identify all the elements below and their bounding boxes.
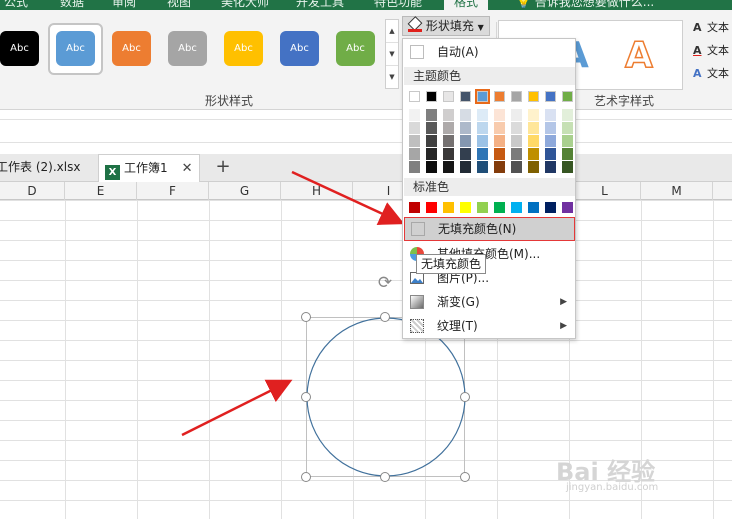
theme-shade-swatch[interactable] — [545, 122, 556, 134]
standard-color-swatch[interactable] — [477, 202, 488, 213]
theme-shade-swatch[interactable] — [460, 148, 471, 160]
theme-shade-swatch[interactable] — [511, 122, 522, 134]
theme-shade-swatch[interactable] — [460, 161, 471, 173]
theme-shade-swatch[interactable] — [528, 148, 539, 160]
theme-shade-swatch[interactable] — [562, 135, 573, 147]
theme-color-swatch[interactable] — [545, 91, 556, 102]
menu-item-texture[interactable]: 纹理(T) ▶ — [404, 315, 575, 337]
theme-shade-swatch[interactable] — [443, 109, 454, 121]
menu-item-no-fill[interactable]: 无填充颜色(N) — [404, 217, 575, 241]
standard-colors-header: 标准色 — [404, 178, 575, 196]
gradient-icon — [410, 295, 424, 309]
theme-color-swatch[interactable] — [409, 91, 420, 102]
menu-item-gradient[interactable]: 渐变(G) ▶ — [404, 291, 575, 313]
theme-shade-swatch[interactable] — [545, 135, 556, 147]
standard-color-swatch[interactable] — [545, 202, 556, 213]
theme-colors-header: 主题颜色 — [404, 67, 575, 85]
theme-color-swatch[interactable] — [460, 91, 471, 102]
theme-shade-swatch[interactable] — [494, 135, 505, 147]
theme-shade-swatch[interactable] — [409, 135, 420, 147]
theme-shade-swatch[interactable] — [409, 109, 420, 121]
no-fill-tooltip: 无填充颜色 — [416, 254, 487, 274]
theme-shade-swatch[interactable] — [494, 109, 505, 121]
theme-shade-swatch[interactable] — [511, 109, 522, 121]
theme-shade-swatch[interactable] — [528, 122, 539, 134]
theme-shade-swatch[interactable] — [443, 161, 454, 173]
theme-shade-swatch[interactable] — [477, 122, 488, 134]
theme-shade-swatch[interactable] — [477, 161, 488, 173]
theme-shade-swatch[interactable] — [477, 148, 488, 160]
theme-shade-swatch[interactable] — [562, 122, 573, 134]
theme-shade-swatch[interactable] — [443, 135, 454, 147]
menu-item-auto[interactable]: 自动(A) — [404, 41, 575, 63]
submenu-arrow-icon: ▶ — [560, 297, 567, 307]
theme-shade-swatch[interactable] — [528, 109, 539, 121]
theme-shade-swatch[interactable] — [511, 135, 522, 147]
theme-shade-swatch[interactable] — [460, 122, 471, 134]
theme-shade-swatch[interactable] — [562, 161, 573, 173]
theme-shade-swatch[interactable] — [528, 135, 539, 147]
theme-shade-swatch[interactable] — [477, 109, 488, 121]
standard-color-swatch[interactable] — [460, 202, 471, 213]
theme-color-swatch[interactable] — [528, 91, 539, 102]
no-fill-swatch — [411, 222, 425, 236]
theme-shade-swatch[interactable] — [494, 148, 505, 160]
theme-shade-swatch[interactable] — [409, 148, 420, 160]
theme-shade-swatch[interactable] — [426, 148, 437, 160]
theme-shade-swatch[interactable] — [409, 122, 420, 134]
theme-shade-swatch[interactable] — [545, 109, 556, 121]
theme-shade-swatch[interactable] — [409, 161, 420, 173]
auto-swatch — [410, 45, 424, 59]
standard-color-swatch[interactable] — [511, 202, 522, 213]
theme-shade-swatch[interactable] — [443, 122, 454, 134]
baidu-watermark-logo: Bai 经验 jingyan.baidu.com — [556, 458, 659, 493]
theme-shade-swatch[interactable] — [545, 161, 556, 173]
theme-shade-swatch[interactable] — [562, 148, 573, 160]
theme-shade-swatch[interactable] — [528, 161, 539, 173]
theme-color-swatch[interactable] — [562, 91, 573, 102]
standard-color-swatch[interactable] — [426, 202, 437, 213]
theme-shade-swatch[interactable] — [511, 148, 522, 160]
arrow-to-circle — [181, 379, 293, 437]
submenu-arrow-icon: ▶ — [560, 321, 567, 331]
theme-shade-swatch[interactable] — [477, 135, 488, 147]
standard-color-swatch[interactable] — [443, 202, 454, 213]
standard-color-swatch[interactable] — [409, 202, 420, 213]
arrow-to-no-fill — [291, 170, 405, 225]
theme-shade-swatch[interactable] — [511, 161, 522, 173]
theme-shade-swatch[interactable] — [494, 122, 505, 134]
theme-shade-swatch[interactable] — [460, 135, 471, 147]
theme-shade-swatch[interactable] — [562, 109, 573, 121]
theme-shade-swatch[interactable] — [426, 109, 437, 121]
theme-shade-swatch[interactable] — [460, 109, 471, 121]
theme-shade-swatch[interactable] — [443, 148, 454, 160]
theme-color-swatch[interactable] — [475, 89, 490, 104]
theme-shade-swatch[interactable] — [426, 122, 437, 134]
theme-color-swatch[interactable] — [494, 91, 505, 102]
theme-shade-swatch[interactable] — [545, 148, 556, 160]
standard-color-swatch[interactable] — [528, 202, 539, 213]
standard-color-swatch[interactable] — [562, 202, 573, 213]
theme-color-swatch[interactable] — [443, 91, 454, 102]
theme-shade-swatch[interactable] — [426, 135, 437, 147]
shape-fill-dropdown: 自动(A) 主题颜色 标准色 无填充颜色(N) 其他填充颜色(M)... 图片(… — [402, 38, 576, 339]
annotation-arrows — [181, 170, 405, 437]
theme-shade-swatch[interactable] — [494, 161, 505, 173]
theme-shade-swatch[interactable] — [426, 161, 437, 173]
theme-color-swatch[interactable] — [511, 91, 522, 102]
texture-icon — [410, 319, 424, 333]
standard-color-swatch[interactable] — [494, 202, 505, 213]
theme-color-swatch[interactable] — [426, 91, 437, 102]
